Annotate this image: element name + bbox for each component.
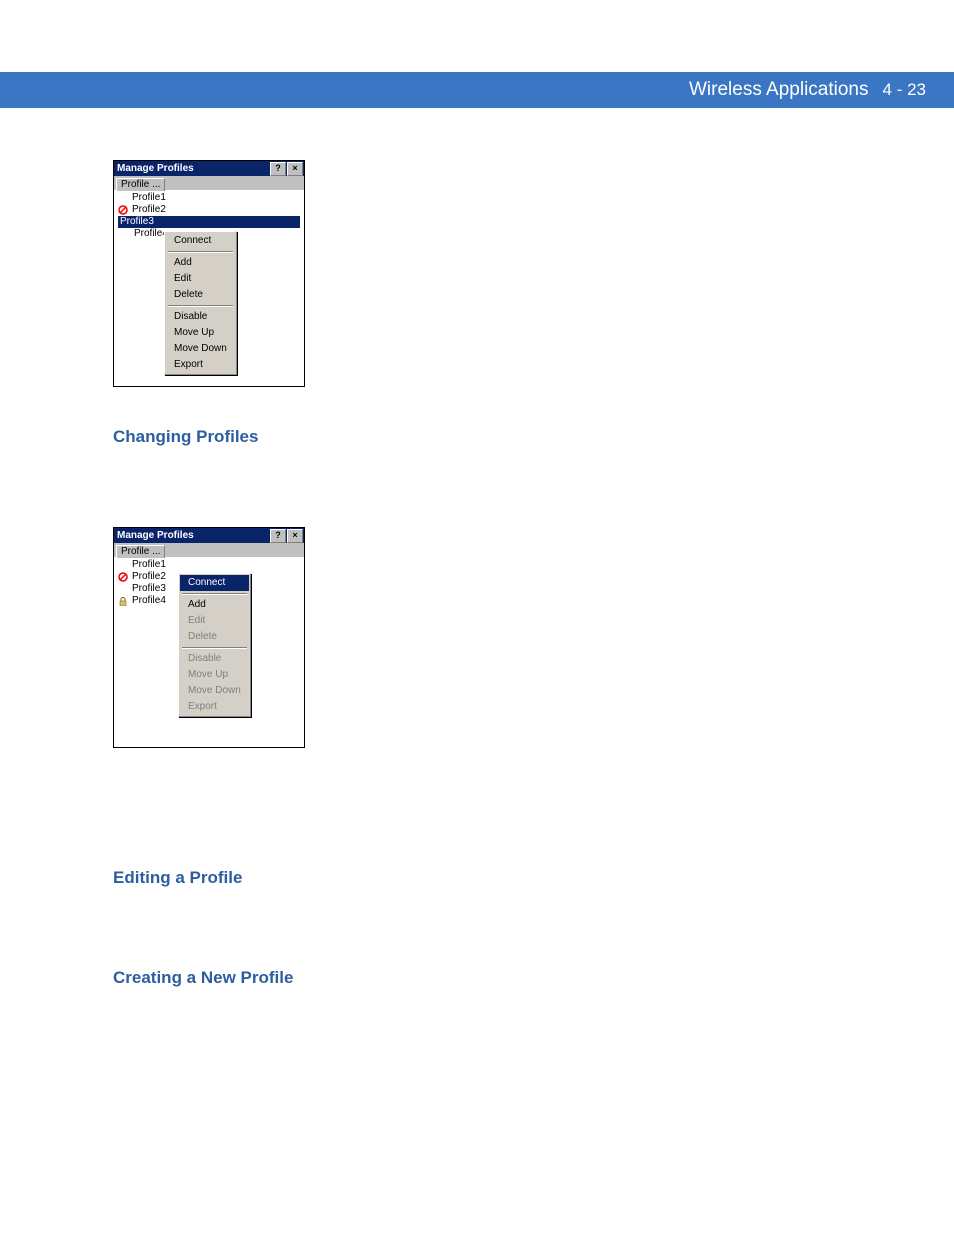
list-item[interactable]: Profile4 [118, 228, 164, 240]
menu-add[interactable]: Add [180, 597, 249, 613]
header-title: Wireless Applications [689, 79, 869, 101]
help-button[interactable]: ? [270, 162, 286, 176]
item-label: Profile1 [132, 192, 166, 204]
menu-movedown[interactable]: Move Down [180, 683, 249, 699]
heading-editing-profile: Editing a Profile [113, 868, 904, 888]
menu-edit[interactable]: Edit [166, 271, 235, 287]
lock-icon [118, 596, 128, 606]
item-label: Profile3 [132, 583, 166, 595]
window-titlebar[interactable]: Manage Profiles ? × [114, 161, 304, 176]
item-label: Profile1 [132, 559, 166, 571]
menu-delete[interactable]: Delete [166, 287, 235, 303]
disabled-icon [118, 205, 128, 215]
menu-export[interactable]: Export [166, 357, 235, 373]
list-item[interactable]: Profile2 [118, 204, 300, 216]
item-label: Profile4 [134, 228, 164, 240]
menu-delete[interactable]: Delete [180, 629, 249, 645]
item-label: Profile4 [132, 595, 166, 607]
tab-profile[interactable]: Profile ... [116, 178, 165, 191]
menu-connect[interactable]: Connect [180, 575, 249, 591]
header-bar: Wireless Applications 4 - 23 [0, 72, 954, 108]
tab-row: Profile ... [114, 176, 304, 190]
help-button[interactable]: ? [270, 529, 286, 543]
menu-disable[interactable]: Disable [166, 309, 235, 325]
menu-moveup[interactable]: Move Up [180, 667, 249, 683]
manage-profiles-window-2: Manage Profiles ? × Profile ... Profile1… [113, 527, 305, 748]
context-menu: Connect Add Edit Delete Disable Move Up … [164, 231, 237, 375]
window-titlebar[interactable]: Manage Profiles ? × [114, 528, 304, 543]
manage-profiles-window-1: Manage Profiles ? × Profile ... Profile1… [113, 160, 305, 387]
heading-creating-profile: Creating a New Profile [113, 968, 904, 988]
list-item[interactable]: Profile1 [118, 559, 300, 571]
menu-disable[interactable]: Disable [180, 651, 249, 667]
menu-add[interactable]: Add [166, 255, 235, 271]
menu-separator [182, 647, 247, 649]
tab-row: Profile ... [114, 543, 304, 557]
menu-export[interactable]: Export [180, 699, 249, 715]
close-button[interactable]: × [287, 529, 303, 543]
menu-separator [168, 305, 233, 307]
window-title: Manage Profiles [117, 161, 270, 176]
window-title: Manage Profiles [117, 528, 270, 543]
menu-separator [182, 593, 247, 595]
disabled-icon [118, 572, 128, 582]
menu-connect[interactable]: Connect [166, 233, 235, 249]
context-menu: Connect Add Edit Delete Disable Move Up … [178, 573, 251, 717]
item-label: Profile2 [132, 571, 166, 583]
heading-changing-profiles: Changing Profiles [113, 427, 904, 447]
menu-separator [168, 251, 233, 253]
menu-movedown[interactable]: Move Down [166, 341, 235, 357]
item-label: Profile2 [132, 204, 166, 216]
list-item[interactable]: Profile1 [118, 192, 300, 204]
menu-moveup[interactable]: Move Up [166, 325, 235, 341]
list-item[interactable]: Profile3 [118, 216, 300, 228]
tab-profile[interactable]: Profile ... [116, 545, 165, 558]
menu-edit[interactable]: Edit [180, 613, 249, 629]
close-button[interactable]: × [287, 162, 303, 176]
header-page-number: 4 - 23 [883, 80, 926, 100]
item-label: Profile3 [120, 216, 154, 228]
page-content: Manage Profiles ? × Profile ... Profile1… [113, 140, 904, 996]
